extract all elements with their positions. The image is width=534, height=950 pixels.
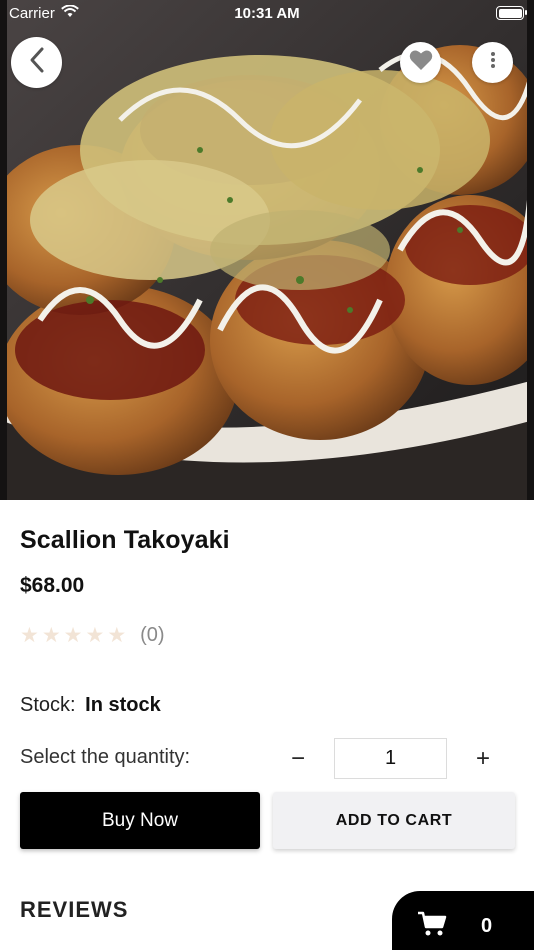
rating-stars: ★ ★ ★ ★ ★ — [20, 625, 126, 646]
quantity-input[interactable]: 1 — [334, 738, 447, 779]
status-bar: Carrier 10:31 AM — [0, 0, 534, 28]
star-icon: ★ — [20, 624, 39, 647]
chevron-left-icon — [27, 46, 47, 79]
star-icon: ★ — [41, 624, 61, 647]
quantity-increase-button[interactable]: + — [468, 742, 498, 776]
quantity-decrease-button[interactable]: − — [283, 742, 313, 776]
more-options-button[interactable] — [472, 42, 513, 83]
add-to-cart-button[interactable]: ADD TO CART — [273, 792, 515, 849]
product-price: $68.00 — [20, 574, 85, 597]
shopping-cart-icon — [417, 911, 447, 942]
more-vertical-icon — [490, 51, 496, 74]
cart-count: 0 — [481, 914, 493, 937]
stock-label: Stock: — [20, 694, 76, 716]
star-icon: ★ — [63, 624, 83, 647]
star-icon: ★ — [85, 624, 105, 647]
favorite-button[interactable] — [400, 42, 441, 83]
back-button[interactable] — [11, 37, 62, 88]
product-title: Scallion Takoyaki — [20, 526, 230, 554]
reviews-heading: REVIEWS — [20, 897, 129, 922]
buy-now-button[interactable]: Buy Now — [20, 792, 260, 849]
star-icon: ★ — [107, 624, 127, 647]
quantity-label: Select the quantity: — [20, 746, 191, 768]
battery-icon — [496, 6, 527, 20]
rating-count: (0) — [140, 624, 165, 646]
heart-icon — [409, 49, 433, 76]
stock-value: In stock — [85, 694, 161, 716]
status-time: 10:31 AM — [234, 5, 300, 22]
cart-button[interactable]: 0 — [392, 891, 534, 950]
stock-status: Stock: In stock — [20, 694, 161, 717]
product-image — [0, 0, 534, 500]
product-rating: ★ ★ ★ ★ ★ (0) — [20, 624, 165, 647]
